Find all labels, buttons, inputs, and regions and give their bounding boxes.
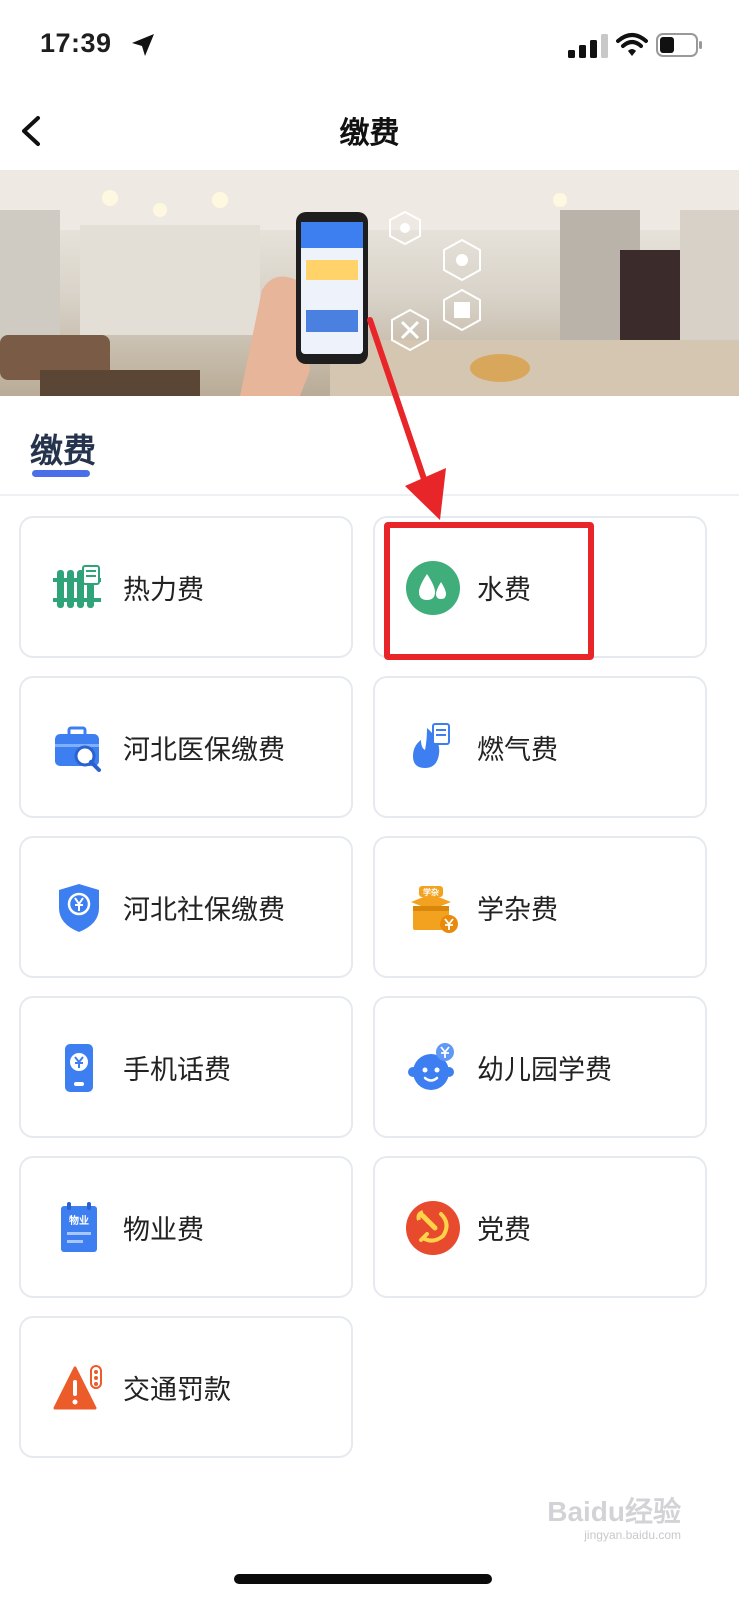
- tile-label: 学杂费: [477, 895, 558, 926]
- status-bar: 17:39: [0, 0, 739, 94]
- gas-flame-icon: [413, 723, 450, 768]
- baidu-watermark-url: jingyan.baidu.com: [584, 1528, 681, 1542]
- property-icon-text: 物业: [69, 1214, 89, 1227]
- page-title: 缴费: [339, 116, 400, 151]
- graduation-box-icon: 学杂: [411, 886, 458, 933]
- section-divider: [0, 494, 739, 496]
- party-emblem-icon: [406, 1201, 460, 1255]
- location-arrow-icon: [132, 34, 154, 56]
- radiator-icon: [53, 565, 101, 608]
- tile-label: 交通罚款: [123, 1375, 231, 1406]
- property-notebook-icon: 物业: [61, 1202, 97, 1252]
- tile-hebei-medical-insurance[interactable]: 河北医保缴费: [19, 676, 353, 818]
- tile-mobile-phone-bill[interactable]: 手机话费: [19, 996, 353, 1138]
- status-time: 17:39: [40, 28, 112, 58]
- phone-yuan-icon: [65, 1044, 93, 1092]
- tile-kindergarten-fee[interactable]: 幼儿园学费: [373, 996, 707, 1138]
- tile-label: 热力费: [123, 575, 204, 606]
- tile-party-dues[interactable]: 党费: [373, 1156, 707, 1298]
- nav-bar: 缴费: [0, 94, 739, 170]
- wifi-icon: [616, 33, 648, 56]
- tile-label: 手机话费: [123, 1055, 231, 1086]
- tile-label: 物业费: [123, 1215, 204, 1246]
- tile-label: 幼儿园学费: [477, 1055, 612, 1086]
- traffic-warning-icon: [53, 1365, 102, 1410]
- cellular-signal-icon: [568, 34, 608, 58]
- tile-label: 河北医保缴费: [123, 735, 285, 766]
- battery-icon: [656, 33, 702, 57]
- tile-hebei-social-insurance[interactable]: 河北社保缴费: [19, 836, 353, 978]
- section-underline: [32, 470, 90, 477]
- annotation-highlight-box: [384, 522, 594, 660]
- tile-school-fee[interactable]: 学杂 学杂费: [373, 836, 707, 978]
- tile-property-fee[interactable]: 物业 物业费: [19, 1156, 353, 1298]
- baidu-watermark: Baidu经验: [547, 1496, 681, 1527]
- tile-label: 燃气费: [477, 735, 558, 766]
- promo-banner[interactable]: [0, 170, 739, 396]
- tile-label: 党费: [477, 1215, 531, 1246]
- baby-face-icon: [408, 1043, 454, 1090]
- tile-label: 河北社保缴费: [123, 895, 285, 926]
- section-title: 缴费: [30, 431, 96, 470]
- shield-yuan-icon: [59, 884, 99, 932]
- medical-briefcase-icon: [55, 726, 101, 772]
- banner-illustration: [0, 170, 739, 396]
- school-icon-text: 学杂: [423, 887, 439, 897]
- tile-gas-fee[interactable]: 燃气费: [373, 676, 707, 818]
- tile-traffic-fine[interactable]: 交通罚款: [19, 1316, 353, 1458]
- home-indicator[interactable]: [234, 1574, 492, 1584]
- tile-heating-fee[interactable]: 热力费: [19, 516, 353, 658]
